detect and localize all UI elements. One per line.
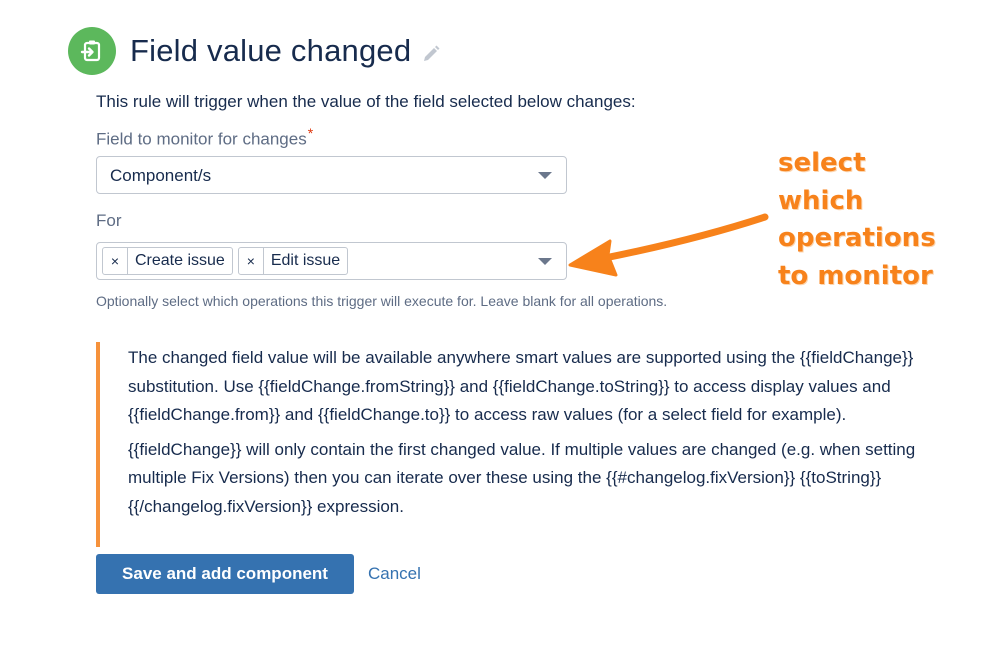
trigger-icon bbox=[68, 27, 116, 75]
annotation-callout: select which operations to monitor bbox=[778, 148, 936, 291]
chevron-down-icon[interactable] bbox=[538, 258, 552, 265]
operations-multiselect[interactable]: × Create issue × Edit issue bbox=[96, 242, 567, 280]
chevron-down-icon[interactable] bbox=[538, 172, 552, 179]
save-and-add-component-button[interactable]: Save and add component bbox=[96, 554, 354, 594]
info-paragraph: {{fieldChange}} will only contain the fi… bbox=[128, 439, 916, 516]
field-monitor-value: Component/s bbox=[110, 166, 212, 185]
tag-remove-icon[interactable]: × bbox=[103, 248, 128, 274]
selected-tags: × Create issue × Edit issue bbox=[102, 247, 353, 275]
smart-values-info-panel: The changed field value will be availabl… bbox=[96, 342, 978, 547]
tag-create-issue: × Create issue bbox=[102, 247, 233, 275]
tag-label: Edit issue bbox=[270, 252, 341, 269]
operations-hint: Optionally select which operations this … bbox=[96, 293, 668, 309]
pencil-icon[interactable] bbox=[421, 44, 441, 64]
field-monitor-select[interactable]: Component/s bbox=[96, 156, 567, 194]
page-title: Field value changed bbox=[130, 33, 412, 68]
info-paragraph: The changed field value will be availabl… bbox=[128, 348, 914, 424]
page-header: Field value changed bbox=[68, 27, 441, 75]
field-monitor-label-text: Field to monitor for changes bbox=[96, 129, 307, 149]
rule-description: This rule will trigger when the value of… bbox=[96, 92, 636, 111]
tag-edit-issue: × Edit issue bbox=[237, 247, 349, 275]
cancel-link[interactable]: Cancel bbox=[368, 564, 421, 584]
required-marker: * bbox=[307, 125, 314, 141]
tag-label: Create issue bbox=[135, 252, 225, 269]
for-label: For bbox=[96, 211, 122, 230]
field-monitor-label: Field to monitor for changes* bbox=[96, 125, 313, 150]
annotation-arrow-icon bbox=[568, 213, 769, 277]
tag-remove-icon[interactable]: × bbox=[239, 248, 264, 274]
